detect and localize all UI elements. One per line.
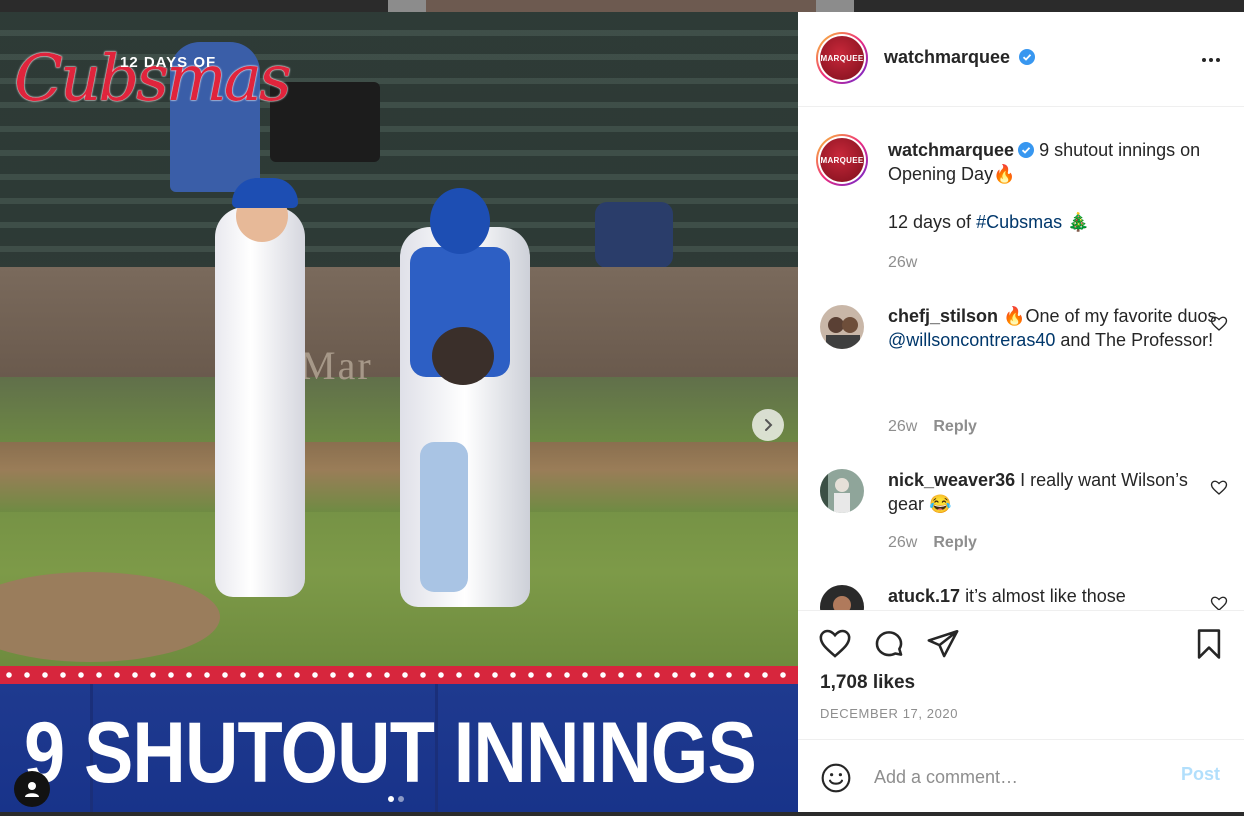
hashtag-link[interactable]: #Cubsmas <box>976 212 1062 232</box>
comments-list[interactable]: MARQUEE watchmarquee 9 shutout innings o… <box>798 108 1244 610</box>
post-comment-button[interactable]: Post <box>1181 764 1220 785</box>
chevron-right-icon <box>765 419 773 431</box>
backdrop-thumb <box>426 0 816 12</box>
save-bookmark-icon[interactable] <box>1192 627 1226 661</box>
comment-avatar[interactable] <box>820 585 864 610</box>
catcher-mitt <box>432 327 494 385</box>
caption-time[interactable]: 26w <box>888 254 917 271</box>
comment-time[interactable]: 26w <box>888 534 917 551</box>
comment-meta: 26w Reply <box>888 534 977 552</box>
backdrop-thumb <box>388 0 426 12</box>
pitcher-figure <box>215 207 305 597</box>
pitcher-cap <box>232 178 298 208</box>
comment-item: chefj_stilson 🔥One of my favorite duos @… <box>888 304 1228 352</box>
equipment-bag <box>595 202 673 268</box>
headline-text: 9 SHUTOUT INNINGS <box>24 705 757 801</box>
comment-time[interactable]: 26w <box>888 418 917 435</box>
comment-username[interactable]: atuck.17 <box>888 586 960 606</box>
comment-text: 🔥One of my favorite duos <box>1003 306 1217 326</box>
carousel-dot <box>388 796 394 802</box>
caption-username[interactable]: watchmarquee <box>888 140 1014 160</box>
verified-badge-icon <box>1018 142 1035 158</box>
comment-username[interactable]: nick_weaver36 <box>888 470 1015 490</box>
like-comment-heart-icon[interactable] <box>1210 595 1228 610</box>
comment-item: atuck.17 it’s almost like those <box>888 584 1228 608</box>
comment-text: and The Professor! <box>1055 330 1214 350</box>
header-username[interactable]: watchmarquee <box>884 47 1010 67</box>
post-side-panel: MARQUEE watchmarquee MARQUEE watchmarque… <box>798 12 1244 812</box>
banner-lights <box>0 666 798 684</box>
post-header: MARQUEE watchmarquee <box>798 12 1244 107</box>
carousel-indicator <box>388 796 404 802</box>
post-media[interactable]: Mar Cubsmas 12 DAYS OF 9 SHUTOUT INNINGS <box>0 12 798 812</box>
verified-badge-icon <box>1018 49 1035 65</box>
pitchers-mound <box>0 572 220 662</box>
caption-avatar[interactable]: MARQUEE <box>816 134 868 186</box>
share-paper-plane-icon[interactable] <box>926 627 960 661</box>
profile-photo <box>820 585 864 610</box>
comment-avatar[interactable] <box>820 469 864 513</box>
tagged-users-button[interactable] <box>14 771 50 807</box>
reply-button[interactable]: Reply <box>933 534 977 551</box>
profile-photo <box>820 305 864 349</box>
mention-link[interactable]: @willsoncontreras40 <box>888 330 1055 350</box>
comment-icon[interactable] <box>872 627 906 661</box>
cubsmas-logo-subtitle: 12 DAYS OF <box>120 54 217 71</box>
more-options-icon[interactable] <box>1198 50 1224 70</box>
marquee-logo: MARQUEE <box>820 36 864 80</box>
infield-dirt <box>0 442 798 512</box>
comment-text: it’s almost like those <box>965 586 1126 606</box>
outfield-wall <box>0 267 798 377</box>
backdrop-bottom <box>0 812 1244 816</box>
likes-count[interactable]: 1,708 likes <box>820 672 915 694</box>
like-comment-heart-icon[interactable] <box>1210 479 1228 497</box>
like-comment-heart-icon[interactable] <box>1210 315 1228 333</box>
comment-avatar[interactable] <box>820 305 864 349</box>
caption-line2-prefix: 12 days of <box>888 212 977 232</box>
carousel-next-button[interactable] <box>752 409 784 441</box>
catcher-helmet <box>430 188 490 254</box>
reply-button[interactable]: Reply <box>933 418 977 435</box>
comment-username[interactable]: chefj_stilson <box>888 306 998 326</box>
emoji-icon[interactable] <box>820 762 852 794</box>
profile-photo <box>820 469 864 513</box>
user-icon <box>25 782 39 797</box>
caption-meta: 26w <box>888 254 917 272</box>
wall-sign: Mar <box>300 343 373 388</box>
post-date[interactable]: DECEMBER 17, 2020 <box>820 706 958 721</box>
comment-item: nick_weaver36 I really want Wilson’s gea… <box>888 468 1228 516</box>
marquee-logo: MARQUEE <box>820 138 864 182</box>
backdrop-top <box>0 0 1244 12</box>
instagram-post-modal: Mar Cubsmas 12 DAYS OF 9 SHUTOUT INNINGS <box>0 0 1244 816</box>
comment-input[interactable] <box>874 760 1154 794</box>
caption-text: watchmarquee 9 shutout innings on Openin… <box>888 138 1228 234</box>
like-heart-icon[interactable] <box>818 627 852 661</box>
add-comment-bar: Post <box>798 739 1244 812</box>
carousel-dot <box>398 796 404 802</box>
header-avatar[interactable]: MARQUEE <box>816 32 868 84</box>
backdrop-thumb <box>816 0 854 12</box>
caption-line2-suffix: 🎄 <box>1062 212 1090 232</box>
catcher-shin-guard <box>420 442 468 592</box>
comment-meta: 26w Reply <box>888 418 977 436</box>
